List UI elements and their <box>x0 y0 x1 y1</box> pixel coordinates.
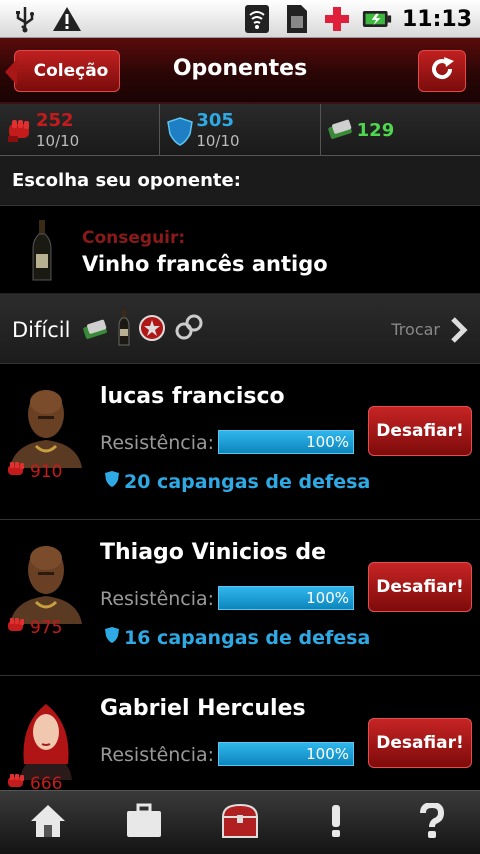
avatar <box>6 538 86 624</box>
defense-value: 305 <box>196 110 234 131</box>
sim-icon <box>282 4 312 34</box>
opponent-row: 910 lucas francisco Resistência: 100% 20… <box>0 364 480 520</box>
defense-text: 16 capangas de defesa <box>124 626 371 649</box>
opponent-defense: 20 capangas de defesa <box>104 470 370 493</box>
nav-help[interactable] <box>384 791 480 854</box>
resistance-bar: 100% <box>218 586 354 610</box>
handcuffs-icon <box>174 313 204 347</box>
choose-section: Escolha seu oponente: <box>0 156 480 206</box>
fist-icon <box>6 772 26 790</box>
bottom-nav <box>0 790 480 854</box>
nav-missions[interactable] <box>288 791 384 854</box>
avatar <box>6 694 86 780</box>
cash-icon <box>82 316 110 344</box>
resistance-percent: 100% <box>306 433 349 451</box>
resistance-label: Resistência: <box>100 744 215 766</box>
refresh-icon <box>428 55 456 87</box>
reward-section: Conseguir: Vinho francês antigo <box>0 206 480 294</box>
stats-bar: 252 10/10 305 10/10 129 <box>0 104 480 156</box>
resistance-bar: 100% <box>218 742 354 766</box>
treasure-chest-icon <box>220 803 260 843</box>
cash-icon <box>327 116 355 144</box>
status-bar: 11:13 <box>0 0 480 38</box>
clock: 11:13 <box>401 6 472 32</box>
attack-value: 252 <box>36 110 74 131</box>
defense-text: 20 capangas de defesa <box>124 470 371 493</box>
home-icon <box>29 803 67 843</box>
fist-icon <box>6 616 26 639</box>
opponent-attack: 975 <box>6 616 62 639</box>
nav-home[interactable] <box>0 791 96 854</box>
refresh-button[interactable] <box>418 50 466 92</box>
resistance-label: Resistência: <box>100 432 215 454</box>
shield-icon <box>104 626 120 649</box>
fist-icon <box>6 460 26 483</box>
app-header: Coleção Oponentes <box>0 38 480 104</box>
challenge-button[interactable]: Desafiar! <box>368 718 472 768</box>
swap-label[interactable]: Trocar <box>391 320 440 339</box>
warning-icon <box>52 4 82 34</box>
opponent-name: Gabriel Hercules <box>100 696 306 721</box>
opponent-row: 666 Gabriel Hercules Resistência: 100% D… <box>0 676 480 790</box>
opponent-list[interactable]: 910 lucas francisco Resistência: 100% 20… <box>0 364 480 790</box>
shield-icon <box>166 116 194 150</box>
wifi-icon <box>242 4 272 34</box>
badge-icon <box>138 314 166 346</box>
opponent-attack: 666 <box>6 772 62 790</box>
opponent-name: lucas francisco <box>100 384 285 409</box>
attack-count: 10/10 <box>36 132 80 150</box>
nav-inventory[interactable] <box>96 791 192 854</box>
shield-icon <box>104 470 120 493</box>
choose-label: Escolha seu oponente: <box>12 170 241 191</box>
reward-label: Conseguir: <box>82 228 186 248</box>
defense-stat: 305 10/10 <box>160 104 321 156</box>
wine-bottle-icon <box>118 310 130 350</box>
opponent-attack: 910 <box>6 460 62 483</box>
usb-icon <box>10 4 40 34</box>
resistance-percent: 100% <box>306 745 349 763</box>
difficulty-name: Difícil <box>12 318 71 342</box>
resistance-percent: 100% <box>306 589 349 607</box>
avatar <box>6 382 86 468</box>
opponent-row: 975 Thiago Vinicios de Resistência: 100%… <box>0 520 480 676</box>
challenge-button[interactable]: Desafiar! <box>368 562 472 612</box>
cash-value: 129 <box>356 120 395 141</box>
page-title: Oponentes <box>172 56 308 81</box>
battery-icon <box>362 4 392 34</box>
resistance-bar: 100% <box>218 430 354 454</box>
nav-collection[interactable] <box>192 791 288 854</box>
opponent-defense: 16 capangas de defesa <box>104 626 370 649</box>
difficulty-row[interactable]: Difícil Trocar <box>0 294 480 364</box>
difficulty-rewards <box>82 310 204 350</box>
resistance-label: Resistência: <box>100 588 215 610</box>
attack-value: 666 <box>30 773 63 791</box>
attack-value: 975 <box>30 617 63 638</box>
briefcase-icon <box>125 803 163 843</box>
reward-item: Vinho francês antigo <box>82 252 328 276</box>
health-cross-icon <box>322 4 352 34</box>
wine-bottle-icon <box>30 220 54 286</box>
cash-stat: 129 <box>321 104 480 156</box>
challenge-button[interactable]: Desafiar! <box>368 406 472 456</box>
fist-icon <box>6 116 34 148</box>
chevron-right-icon[interactable] <box>448 316 468 348</box>
opponent-name: Thiago Vinicios de <box>100 540 327 565</box>
attack-value: 910 <box>30 461 63 482</box>
attack-stat: 252 10/10 <box>0 104 161 156</box>
help-icon <box>419 801 445 843</box>
defense-count: 10/10 <box>196 132 240 150</box>
exclamation-icon <box>329 803 343 843</box>
